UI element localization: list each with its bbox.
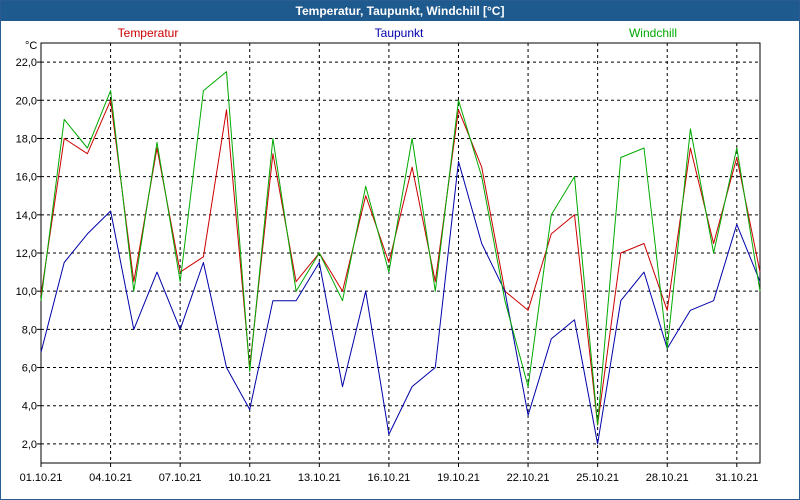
y-tick-label: 14,0 xyxy=(16,210,37,222)
y-tick-label: 6,0 xyxy=(22,363,37,375)
line-chart: 2,0 4,0 6,0 8,0 10,0 12,0 14,0 16,0 18,0 20,0 22,0… xyxy=(16,26,761,484)
x-tick-label: 19.10.21 xyxy=(437,472,480,484)
x-tick-label: 22.10.21 xyxy=(507,472,550,484)
y-tick-label: 18,0 xyxy=(16,133,37,145)
y-axis-ticks: 2,0 4,0 6,0 8,0 10,0 12,0 14,0 16,0 18,0 20,0 22,0 xyxy=(16,57,41,451)
y-tick-label: 16,0 xyxy=(16,172,37,184)
legend-item-temperatur: Temperatur xyxy=(118,26,179,40)
x-tick-label: 25.10.21 xyxy=(576,472,619,484)
y-tick-label: 2,0 xyxy=(22,439,37,451)
x-axis-ticks: 01.10.21 04.10.21 07.10.21 10.10.21 13.10.21… xyxy=(20,463,758,484)
x-tick-label: 28.10.21 xyxy=(646,472,689,484)
x-tick-label: 31.10.21 xyxy=(715,472,758,484)
legend: Temperatur Taupunkt Windchill xyxy=(118,26,677,40)
x-tick-label: 10.10.21 xyxy=(228,472,271,484)
y-tick-label: 10,0 xyxy=(16,286,37,298)
x-tick-label: 13.10.21 xyxy=(298,472,341,484)
x-tick-label: 16.10.21 xyxy=(367,472,410,484)
y-tick-label: 8,0 xyxy=(22,324,37,336)
y-axis-unit-label: °C xyxy=(25,40,37,52)
y-tick-label: 4,0 xyxy=(22,401,37,413)
y-tick-label: 12,0 xyxy=(16,248,37,260)
x-tick-label: 01.10.21 xyxy=(20,472,63,484)
x-tick-label: 07.10.21 xyxy=(159,472,202,484)
plot-area xyxy=(40,42,761,464)
chart-window: Temperatur, Taupunkt, Windchill [°C] 2,0… xyxy=(0,0,800,500)
y-tick-label: 20,0 xyxy=(16,95,37,107)
x-tick-label: 04.10.21 xyxy=(89,472,132,484)
legend-item-taupunkt: Taupunkt xyxy=(375,26,424,40)
legend-item-windchill: Windchill xyxy=(629,26,677,40)
y-tick-label: 22,0 xyxy=(16,57,37,69)
window-title: Temperatur, Taupunkt, Windchill [°C] xyxy=(1,1,799,21)
